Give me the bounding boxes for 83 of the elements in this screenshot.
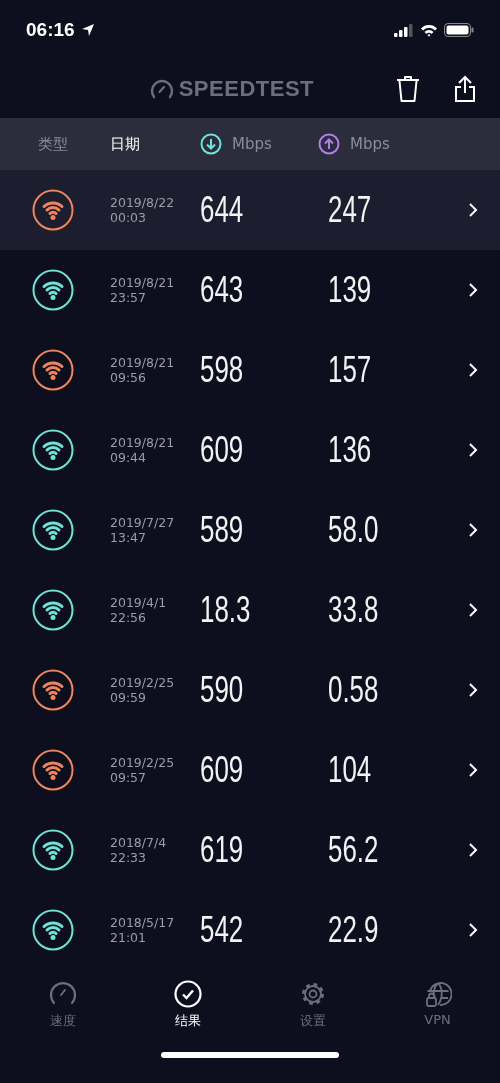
upload-speed: 136 — [328, 429, 373, 471]
chevron-icon — [468, 762, 478, 778]
upload-speed: 33.8 — [328, 589, 380, 631]
battery-icon — [444, 23, 474, 37]
result-date: 2019/8/21 — [110, 355, 176, 370]
result-time: 09:56 — [110, 370, 148, 385]
result-row[interactable]: 2019/2/25 09:57 609 104 — [0, 730, 500, 810]
chevron-icon — [468, 202, 478, 218]
tab-item[interactable]: 设置 — [250, 980, 375, 1030]
result-time: 22:33 — [110, 850, 148, 865]
result-date: 2018/5/17 — [110, 915, 176, 930]
download-speed: 589 — [200, 509, 245, 551]
column-header[interactable]: 日期 — [110, 134, 140, 154]
tab-item[interactable]: VPN — [375, 980, 500, 1030]
chevron-icon — [468, 362, 478, 378]
result-row[interactable]: 2018/7/4 22:33 619 56.2 — [0, 810, 500, 890]
result-date: 2019/4/1 — [110, 595, 168, 610]
location-arrow-icon — [80, 23, 95, 37]
upload-speed: 22.9 — [328, 909, 380, 951]
chevron-icon — [468, 282, 478, 298]
chevron-icon — [468, 842, 478, 858]
result-row[interactable]: 2019/8/22 00:03 644 247 — [0, 170, 500, 250]
column-header[interactable]: Mbps — [232, 135, 272, 153]
upload-speed: 104 — [328, 749, 373, 791]
download-speed: 18.3 — [200, 589, 252, 631]
result-row[interactable]: 2019/8/21 09:56 598 157 — [0, 330, 500, 410]
tab-item[interactable]: 结果 — [125, 980, 250, 1030]
upload-speed: 58.0 — [328, 509, 380, 551]
result-time: 00:03 — [110, 210, 148, 225]
result-time: 22:56 — [110, 610, 148, 625]
upload-speed: 157 — [328, 349, 373, 391]
share-icon — [454, 75, 476, 103]
result-row[interactable]: 2019/2/25 09:59 590 0.58 — [0, 650, 500, 730]
wifi-icon — [420, 23, 438, 37]
gauge-icon — [149, 78, 174, 100]
result-date: 2019/2/25 — [110, 675, 176, 690]
result-time: 09:44 — [110, 450, 148, 465]
signal-icon — [394, 23, 414, 37]
result-row[interactable]: 2019/8/21 23:57 643 139 — [0, 250, 500, 330]
upload-speed: 139 — [328, 269, 373, 311]
result-time: 23:57 — [110, 290, 148, 305]
tab-item[interactable]: 速度 — [0, 980, 125, 1030]
result-time: 21:01 — [110, 930, 148, 945]
upload-speed: 56.2 — [328, 829, 380, 871]
download-speed: 619 — [200, 829, 245, 871]
checkmark-icon — [173, 980, 202, 1008]
result-date: 2019/2/25 — [110, 755, 176, 770]
upload-speed: 0.58 — [328, 669, 380, 711]
chevron-icon — [468, 442, 478, 458]
result-date: 2018/7/4 — [110, 835, 168, 850]
result-date: 2019/8/21 — [110, 435, 176, 450]
column-header[interactable]: 类型 — [38, 134, 68, 154]
share-button[interactable] — [454, 75, 476, 103]
download-icon — [200, 133, 222, 155]
chevron-icon — [468, 922, 478, 938]
download-speed: 609 — [200, 429, 245, 471]
column-header[interactable]: Mbps — [350, 135, 390, 153]
download-speed: 542 — [200, 909, 245, 951]
result-date: 2019/7/27 — [110, 515, 176, 530]
result-row[interactable]: 2019/8/21 09:44 609 136 — [0, 410, 500, 490]
status-time: 06:16 — [26, 19, 75, 41]
upload-icon — [318, 133, 340, 155]
result-date: 2019/8/22 — [110, 195, 176, 210]
chevron-icon — [468, 522, 478, 538]
download-speed: 609 — [200, 749, 245, 791]
globe-lock-icon — [423, 980, 452, 1008]
result-date: 2019/8/21 — [110, 275, 176, 290]
result-row[interactable]: 2019/4/1 22:56 18.3 33.8 — [0, 570, 500, 650]
download-speed: 643 — [200, 269, 245, 311]
result-time: 09:57 — [110, 770, 148, 785]
result-row[interactable]: 2019/7/27 13:47 589 58.0 — [0, 490, 500, 570]
download-speed: 590 — [200, 669, 245, 711]
trash-icon — [396, 75, 420, 103]
chevron-icon — [468, 682, 478, 698]
download-speed: 644 — [200, 189, 245, 231]
result-time: 09:59 — [110, 690, 148, 705]
app-logo: SPEEDTEST — [178, 76, 314, 102]
chevron-icon — [468, 602, 478, 618]
download-speed: 598 — [200, 349, 245, 391]
result-row[interactable]: 2018/5/17 21:01 542 22.9 — [0, 890, 500, 970]
delete-button[interactable] — [396, 75, 420, 103]
result-time: 13:47 — [110, 530, 148, 545]
upload-speed: 247 — [328, 189, 373, 231]
